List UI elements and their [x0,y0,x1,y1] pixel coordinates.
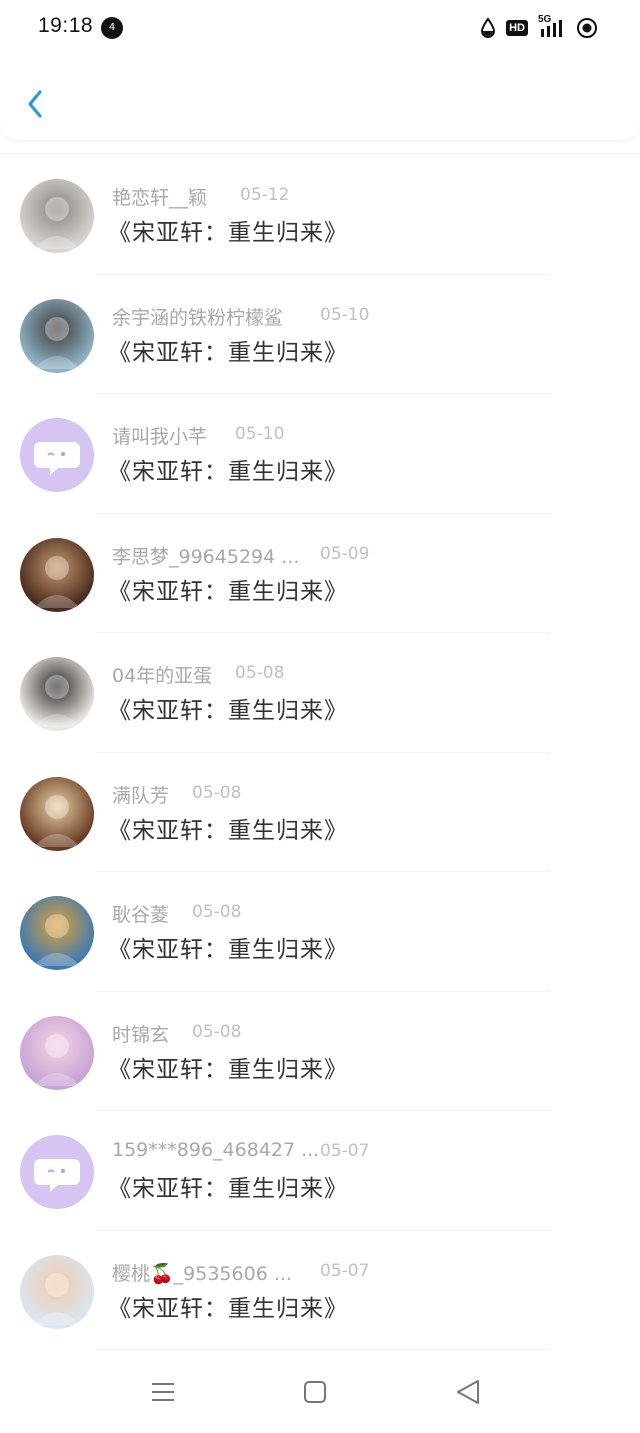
user-name[interactable]: 04年的亚蛋 [112,661,212,688]
comment-date: 05-08 [192,902,242,922]
row-meta: 时锦玄 [112,1020,169,1047]
user-photo-icon [34,1033,80,1086]
avatar[interactable] [20,1135,94,1209]
back-nav-button[interactable] [449,1373,489,1413]
status-icons: HD 5G [480,14,598,40]
system-nav-bar [0,1355,640,1433]
user-photo-icon [34,197,80,249]
comment-list: 艳恋轩__颖 05-12 《宋亚轩：重生归来》 余宇涵的铁粉柠檬鲨 05-10 《宋亚轩：… [0,155,640,1350]
home-button[interactable] [296,1373,336,1413]
chat-bubble-icon [34,1159,80,1192]
user-name[interactable]: 余宇涵的铁粉柠檬鲨 [112,303,283,330]
story-title[interactable]: 《宋亚轩：重生归来》 [108,213,348,247]
avatar[interactable] [20,418,94,492]
avatar[interactable] [20,1254,94,1329]
story-title[interactable]: 《宋亚轩：重生归来》 [108,572,348,606]
row-meta: 李思梦_99645294 ... [112,542,299,569]
list-top-divider [0,153,640,154]
comment-date: 05-08 [192,782,242,803]
avatar[interactable] [20,179,94,253]
row-meta: 艳恋轩__颖 [112,183,207,210]
list-item[interactable]: 满队芳 05-08 《宋亚轩：重生归来》 [0,753,640,872]
avatar[interactable] [20,657,94,731]
avatar[interactable] [20,776,94,851]
user-photo-icon [34,914,80,966]
avatar[interactable] [20,1015,94,1090]
list-item[interactable]: 李思梦_99645294 ... 05-09 《宋亚轩：重生归来》 [0,514,640,633]
comment-date: 05-10 [235,424,285,444]
list-item[interactable]: 耿谷菱 05-08 《宋亚轩：重生归来》 [0,872,640,992]
row-meta: 耿谷菱 [112,900,169,927]
row-meta: 樱桃🍒_9535606 ... [112,1259,292,1286]
user-name[interactable]: 耿谷菱 [112,900,169,927]
comment-date: 05-07 [320,1260,370,1281]
list-item[interactable]: 请叫我小芊 05-10 《宋亚轩：重生归来》 [0,394,640,514]
row-meta: 余宇涵的铁粉柠檬鲨 [112,303,283,330]
avatar[interactable] [20,896,94,970]
row-meta: 159***896_468427 ... [112,1139,319,1161]
back-triangle-icon [457,1380,479,1404]
comment-date: 05-07 [320,1141,370,1161]
user-name[interactable]: 李思梦_99645294 ... [112,542,299,569]
record-icon [577,18,597,38]
comment-date: 05-12 [240,185,290,205]
user-name[interactable]: 樱桃🍒_9535606 ... [112,1259,292,1286]
user-name[interactable]: 159***896_468427 ... [112,1139,319,1161]
comment-date: 05-08 [235,663,285,683]
drop-icon [481,18,496,38]
avatar[interactable] [20,298,94,373]
user-name[interactable]: 满队芳 [112,781,169,808]
story-title[interactable]: 《宋亚轩：重生归来》 [108,930,348,964]
user-name[interactable]: 艳恋轩__颖 [112,183,207,210]
story-title[interactable]: 《宋亚轩：重生归来》 [108,811,348,845]
home-square-icon [304,1381,326,1403]
story-title[interactable]: 《宋亚轩：重生归来》 [108,1050,348,1084]
user-photo-icon [34,675,80,727]
comment-date: 05-10 [320,304,370,325]
story-title[interactable]: 《宋亚轩：重生归来》 [108,1289,348,1323]
status-time: 19:18 [38,14,94,37]
story-title[interactable]: 《宋亚轩：重生归来》 [108,1169,348,1203]
comment-date: 05-09 [320,543,370,564]
row-meta: 请叫我小芊 [112,422,207,449]
hd-badge: HD [506,20,528,36]
user-name[interactable]: 时锦玄 [112,1020,169,1047]
menu-button[interactable] [143,1373,183,1413]
list-item[interactable]: 樱桃🍒_9535606 ... 05-07 《宋亚轩：重生归来》 [0,1231,640,1350]
row-meta: 04年的亚蛋 [112,661,212,688]
user-photo-icon [34,316,80,369]
list-item[interactable]: 时锦玄 05-08 《宋亚轩：重生归来》 [0,992,640,1111]
story-title[interactable]: 《宋亚轩：重生归来》 [108,691,348,725]
user-name[interactable]: 请叫我小芊 [112,422,207,449]
header [0,56,640,140]
notification-badge: 4 [101,17,123,39]
chat-bubble-icon [34,442,80,475]
list-item[interactable]: 余宇涵的铁粉柠檬鲨 05-10 《宋亚轩：重生归来》 [0,275,640,394]
signal-icon: 5G [538,14,566,39]
story-title[interactable]: 《宋亚轩：重生归来》 [108,452,348,486]
user-photo-icon [34,1272,80,1325]
user-photo-icon [34,555,80,608]
menu-icon [152,1383,174,1401]
chevron-left-icon [28,90,42,118]
list-item[interactable]: 159***896_468427 ... 05-07 《宋亚轩：重生归来》 [0,1111,640,1231]
list-item[interactable]: 艳恋轩__颖 05-12 《宋亚轩：重生归来》 [0,155,640,275]
row-divider [96,1349,550,1350]
status-bar: 19:18 4 HD 5G [0,0,640,56]
list-item[interactable]: 04年的亚蛋 05-08 《宋亚轩：重生归来》 [0,633,640,753]
user-photo-icon [34,794,80,847]
avatar[interactable] [20,537,94,612]
back-button[interactable] [18,84,54,124]
row-meta: 满队芳 [112,781,169,808]
story-title[interactable]: 《宋亚轩：重生归来》 [108,333,348,367]
comment-date: 05-08 [192,1021,242,1042]
